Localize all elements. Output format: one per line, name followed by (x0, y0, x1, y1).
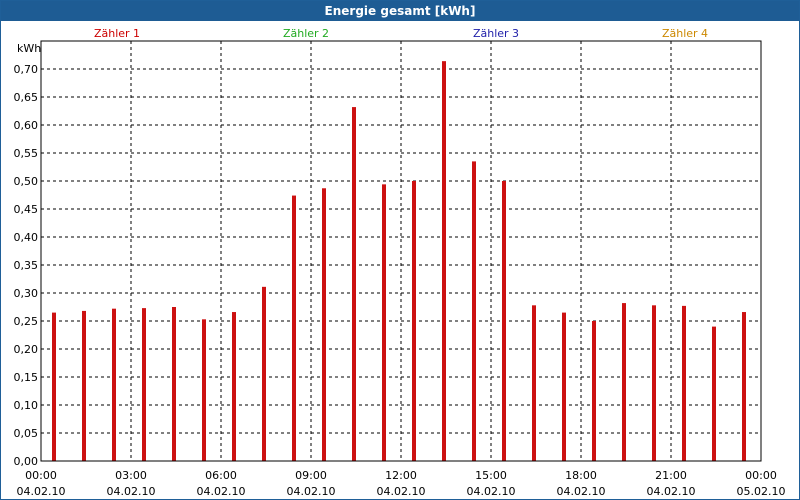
bar (622, 303, 626, 461)
y-axis-unit-label: kWh (17, 42, 41, 55)
y-tick-label: 0,20 (14, 343, 39, 356)
x-tick-date-label: 04.02.10 (557, 485, 606, 498)
bar-chart: kWh 0,00 0,05 0,10 0,15 0,20 0,25 0,30 0,35 0,40… (14, 40, 786, 498)
axes: 0,00 0,05 0,10 0,15 0,20 0,25 0,30 0,35 0,40 0,45… (14, 40, 786, 498)
x-tick-date-label: 04.02.10 (647, 485, 696, 498)
y-tick-label: 0,55 (14, 147, 39, 160)
bar (382, 184, 386, 462)
bar (82, 310, 86, 461)
bar (322, 188, 326, 461)
bar (292, 195, 296, 461)
bar (712, 326, 716, 461)
chart-window: Energie gesamt [kWh] Zähler 1 Zähler 2 Z… (0, 0, 800, 500)
bar (412, 181, 416, 461)
bar (112, 308, 116, 461)
y-tick-label: 0,45 (14, 203, 39, 216)
x-tick-date-label: 04.02.10 (197, 485, 246, 498)
bar (262, 286, 266, 461)
x-tick-time-label: 00:00 (745, 469, 777, 482)
y-tick-label: 0,70 (14, 63, 39, 76)
x-tick-time-label: 12:00 (385, 469, 417, 482)
y-tick-label: 0,25 (14, 315, 39, 328)
bar (472, 161, 476, 461)
bar (442, 61, 446, 461)
bars (52, 61, 746, 462)
x-tick-time-label: 21:00 (655, 469, 687, 482)
y-tick-label: 0,05 (14, 427, 39, 440)
x-tick-time-label: 15:00 (475, 469, 507, 482)
x-tick-date-label: 04.02.10 (287, 485, 336, 498)
bar (592, 321, 596, 461)
y-tick-label: 0,50 (14, 175, 39, 188)
y-tick-label: 0,15 (14, 371, 39, 384)
y-tick-label: 0,30 (14, 287, 39, 300)
x-tick-date-label: 05.02.10 (737, 485, 786, 498)
x-tick-date-label: 04.02.10 (467, 485, 516, 498)
bar (532, 305, 536, 461)
x-tick-time-label: 18:00 (565, 469, 597, 482)
x-tick-date-label: 04.02.10 (107, 485, 156, 498)
y-tick-label: 0,65 (14, 91, 39, 104)
bar (142, 308, 146, 461)
x-tick-date-label: 04.02.10 (17, 485, 66, 498)
y-tick-label: 0,60 (14, 119, 39, 132)
bar (742, 312, 746, 461)
x-tick-time-label: 09:00 (295, 469, 327, 482)
y-tick-label: 0,00 (14, 455, 39, 468)
x-tick-time-label: 03:00 (115, 469, 147, 482)
bar (562, 312, 566, 461)
bar (652, 305, 656, 461)
x-tick-time-label: 00:00 (25, 469, 57, 482)
bar (502, 181, 506, 461)
bar (172, 307, 176, 461)
y-tick-label: 0,40 (14, 231, 39, 244)
bar (352, 107, 356, 461)
x-tick-date-label: 04.02.10 (377, 485, 426, 498)
x-tick-time-label: 06:00 (205, 469, 237, 482)
y-tick-label: 0,35 (14, 259, 39, 272)
bar (682, 305, 686, 461)
bar (202, 319, 206, 461)
y-tick-label: 0,10 (14, 399, 39, 412)
bar (232, 312, 236, 461)
bar (52, 312, 56, 461)
